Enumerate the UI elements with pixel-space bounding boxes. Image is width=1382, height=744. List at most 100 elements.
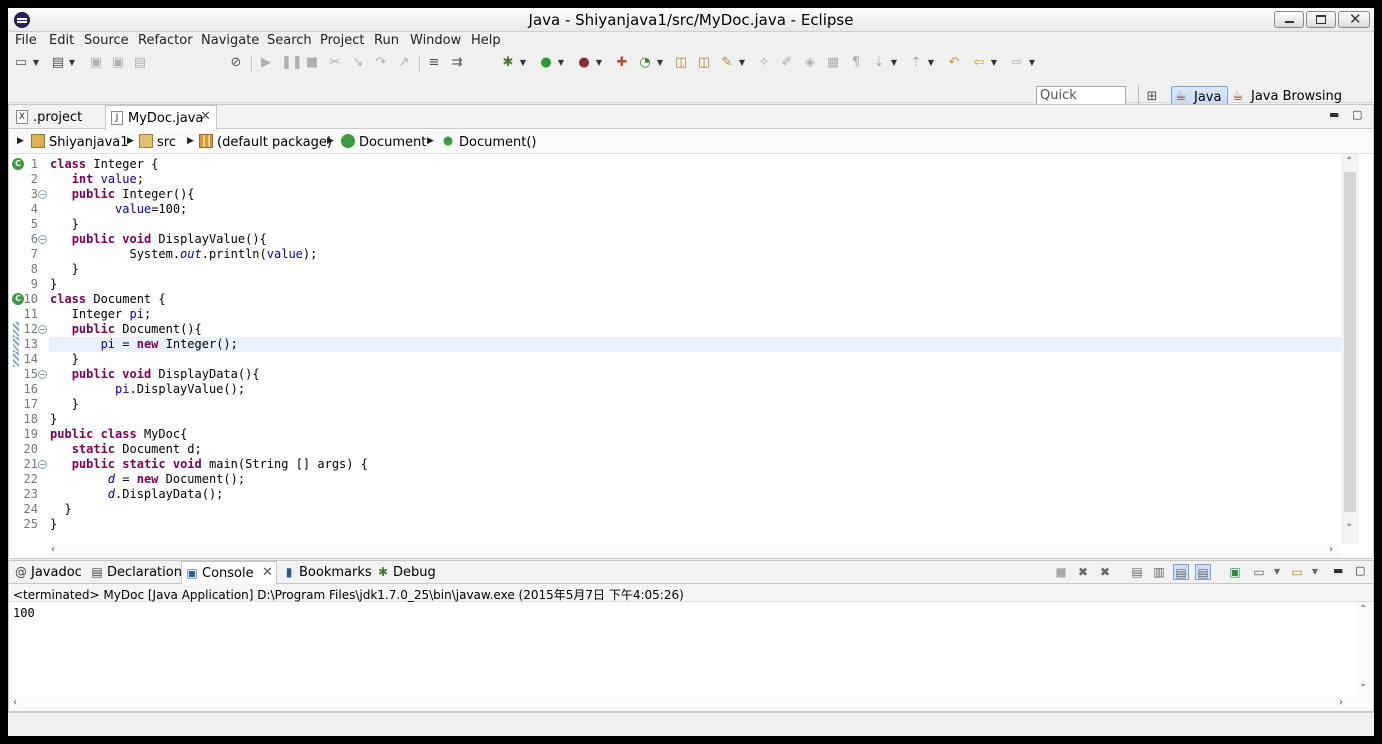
forward-icon[interactable]: ⇨ — [1009, 55, 1025, 71]
editor-scroll-thumb[interactable] — [1344, 172, 1356, 512]
back-icon[interactable]: ⇦ — [971, 55, 987, 71]
menu-run[interactable]: Run — [374, 33, 399, 48]
next-annotation-icon[interactable]: ⇣ — [871, 55, 887, 71]
editor-horizontal-scrollbar[interactable]: ‹ › — [49, 544, 1341, 558]
console-horizontal-scrollbar[interactable]: ‹ › — [9, 697, 1373, 711]
fold-collapse-icon[interactable]: − — [38, 370, 47, 379]
new-java-package-icon[interactable]: ◔ — [637, 55, 653, 71]
fold-collapse-icon[interactable]: − — [38, 460, 47, 469]
remove-launch-icon[interactable]: ✖ — [1075, 564, 1091, 580]
search-icon[interactable]: ✎ — [719, 55, 735, 71]
breadcrumb-project[interactable]: Shiyanjava1 — [31, 134, 129, 150]
last-edit-location-icon[interactable]: ↶ — [946, 55, 962, 71]
run-dropdown-icon[interactable]: ▼ — [557, 55, 565, 71]
tab-javadoc[interactable]: @ Javadoc — [11, 561, 85, 584]
console-maximize-icon[interactable]: ▢ — [1355, 564, 1365, 577]
tab-mydoc-java[interactable]: J MyDoc.java ✕ — [105, 105, 217, 130]
save-icon[interactable]: ▣ — [88, 55, 104, 71]
code-editor[interactable]: 1 C 2 3−4 5 6−7 8 9 10 C 11 12−13 14 15−16 17 18 19 20 21−… — [9, 154, 1341, 544]
toggle-block-icon[interactable]: ≡ — [426, 55, 442, 71]
menu-refactor[interactable]: Refactor — [138, 33, 193, 48]
new-icon[interactable]: ▭ — [13, 55, 29, 71]
display-console-dropdown-icon[interactable]: ▼ — [1269, 564, 1285, 580]
show-on-stdout-icon[interactable]: ▤ — [1173, 564, 1189, 580]
resume-icon[interactable]: ▶ — [258, 55, 274, 71]
breadcrumb-method[interactable]: Document() — [441, 134, 537, 150]
fold-collapse-icon[interactable]: − — [38, 190, 47, 199]
step-into-icon[interactable]: ↘ — [350, 55, 366, 71]
menu-help[interactable]: Help — [471, 33, 501, 48]
clear-console-icon[interactable]: ▤ — [1129, 564, 1145, 580]
run-icon[interactable]: ● — [538, 55, 554, 71]
breadcrumb-class[interactable]: Document — [341, 134, 426, 150]
back-dropdown-icon[interactable]: ▼ — [990, 55, 998, 71]
new-wizard-dropdown-icon[interactable]: ▼ — [68, 55, 76, 71]
open-task-icon[interactable]: ◫ — [696, 55, 712, 71]
terminate-console-icon[interactable]: ■ — [1053, 564, 1069, 580]
close-console-tab-icon[interactable]: ✕ — [262, 565, 273, 580]
previous-annotation-icon[interactable]: ⇡ — [908, 55, 924, 71]
scroll-down-icon[interactable]: ⌄ — [1345, 518, 1353, 529]
breadcrumb-arrow-icon[interactable]: ▶ — [327, 136, 334, 146]
console-vertical-scrollbar[interactable]: ⌃ ⌄ — [1355, 602, 1373, 697]
editor-maximize-icon[interactable]: ▢ — [1352, 108, 1362, 121]
tab-project[interactable]: X .project — [11, 105, 103, 129]
show-on-stderr-icon[interactable]: ▤ — [1195, 564, 1211, 580]
menu-search[interactable]: Search — [267, 33, 312, 48]
menu-source[interactable]: Source — [84, 33, 129, 48]
scroll-right-icon[interactable]: › — [1329, 544, 1333, 555]
breadcrumb-arrow-icon[interactable]: ▶ — [187, 136, 194, 146]
fold-collapse-icon[interactable]: − — [38, 235, 47, 244]
maximize-button[interactable] — [1306, 11, 1336, 28]
display-console-icon[interactable]: ▭ — [1251, 564, 1267, 580]
close-tab-icon[interactable]: ✕ — [200, 109, 211, 124]
annotation-icon[interactable]: ✧ — [756, 55, 772, 71]
disconnect-icon[interactable]: ✂ — [327, 55, 343, 71]
editor-minimize-icon[interactable]: ▬ — [1329, 108, 1339, 121]
menu-window[interactable]: Window — [410, 33, 461, 48]
open-console-dropdown-icon[interactable]: ▼ — [1307, 564, 1323, 580]
breadcrumb-arrow-icon[interactable]: ▶ — [17, 136, 24, 146]
step-over-icon[interactable]: ↷ — [373, 55, 389, 71]
open-console-icon[interactable]: ▭ — [1289, 564, 1305, 580]
tab-console[interactable]: ▣ Console ✕ — [181, 561, 277, 585]
menu-file[interactable]: File — [15, 33, 37, 48]
debug-dropdown-icon[interactable]: ▼ — [519, 55, 527, 71]
skip-breakpoints-icon[interactable]: ⊘ — [228, 55, 244, 71]
show-whitespace-icon[interactable]: ⇉ — [449, 55, 465, 71]
minimize-button[interactable] — [1274, 11, 1304, 28]
toggle-mark-occurrences-icon[interactable]: ◈ — [802, 55, 818, 71]
new-wizard-icon[interactable]: ▤ — [50, 55, 66, 71]
editor-vertical-scrollbar[interactable]: ⌃ ⌄ — [1341, 154, 1359, 544]
block-selection-icon[interactable]: ▦ — [825, 55, 841, 71]
suspend-icon[interactable]: ❚❚ — [281, 55, 303, 71]
new-dropdown-icon[interactable]: ▼ — [32, 55, 40, 71]
console-scroll-up-icon[interactable]: ⌃ — [1359, 604, 1367, 615]
previous-annotation-dropdown-icon[interactable]: ▼ — [927, 55, 935, 71]
console-scroll-right-icon[interactable]: › — [1339, 697, 1343, 708]
breadcrumb-arrow-icon[interactable]: ▶ — [427, 136, 434, 146]
forward-dropdown-icon[interactable]: ▼ — [1028, 55, 1036, 71]
scroll-lock-icon[interactable]: ▥ — [1151, 564, 1167, 580]
breadcrumb-arrow-icon[interactable]: ▶ — [127, 136, 134, 146]
menu-navigate[interactable]: Navigate — [201, 33, 259, 48]
tab-debug[interactable]: ✱ Debug — [373, 561, 437, 584]
new-java-project-icon[interactable]: ✚ — [614, 55, 630, 71]
tab-bookmarks[interactable]: ▮ Bookmarks — [279, 561, 372, 584]
scroll-up-icon[interactable]: ⌃ — [1345, 156, 1353, 167]
open-type-icon[interactable]: ◫ — [673, 55, 689, 71]
external-tools-icon[interactable]: ● — [576, 55, 592, 71]
console-output[interactable]: 100 — [13, 606, 35, 620]
scroll-left-icon[interactable]: ‹ — [51, 544, 55, 555]
terminate-icon[interactable]: ■ — [304, 55, 320, 71]
pin-console-icon[interactable]: ▣ — [1227, 564, 1243, 580]
search-dropdown-icon[interactable]: ▼ — [738, 55, 746, 71]
fold-collapse-icon[interactable]: − — [38, 325, 47, 334]
print-icon[interactable]: ▤ — [132, 55, 148, 71]
menu-edit[interactable]: Edit — [49, 33, 74, 48]
debug-icon[interactable]: ✱ — [500, 55, 516, 71]
remove-all-terminated-icon[interactable]: ✖ — [1097, 564, 1113, 580]
tab-declaration[interactable]: ▤ Declaration — [87, 561, 182, 584]
edit-marker-icon[interactable]: ✐ — [779, 55, 795, 71]
next-annotation-dropdown-icon[interactable]: ▼ — [890, 55, 898, 71]
